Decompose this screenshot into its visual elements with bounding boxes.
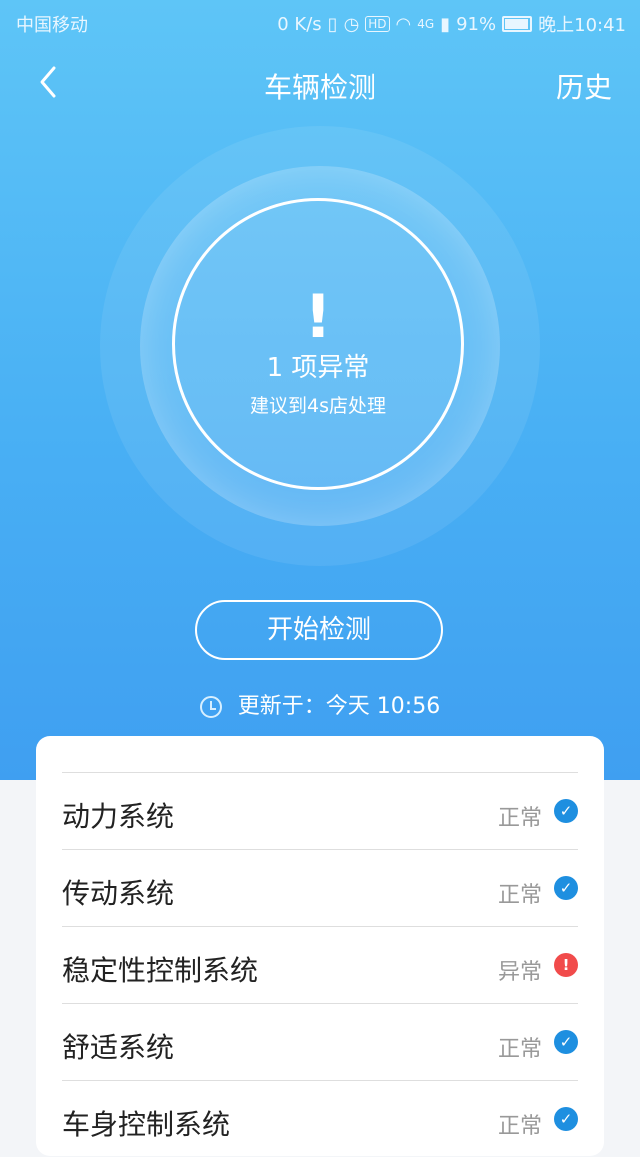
- advice-text: 建议到4s店处理: [250, 395, 386, 417]
- update-info: 更新于：今天 10:56: [0, 688, 640, 720]
- hd-icon: HD: [365, 16, 390, 32]
- system-status: 正常: [497, 1114, 542, 1139]
- wifi-icon: ◠: [395, 13, 412, 35]
- system-status: 异常: [497, 960, 542, 985]
- system-name: 动力系统: [62, 800, 175, 833]
- system-status: 正常: [497, 1037, 542, 1062]
- clock-icon: [199, 696, 222, 718]
- system-status: 正常: [497, 883, 542, 908]
- systems-card: 动力系统 正常 ✓ 传动系统 正常 ✓ 稳定性控制系统 异常 ! 舒适系统 正常…: [36, 736, 604, 1156]
- list-item[interactable]: 车身控制系统 正常 ✓: [62, 1080, 578, 1157]
- start-detection-button[interactable]: 开始检测: [195, 600, 443, 660]
- abnormal-count: 1 项异常: [266, 353, 370, 383]
- status-right: 0 K/s ▯ ◷ HD ◠ 4G ▮ 91% 晚上10:41: [277, 11, 626, 37]
- check-circle-icon: ✓: [554, 1030, 578, 1054]
- status-circle: ! 1 项异常 建议到4s店处理: [172, 198, 464, 490]
- system-name: 传动系统: [62, 877, 175, 910]
- list-item[interactable]: 稳定性控制系统 异常 !: [62, 926, 578, 1003]
- check-circle-icon: ✓: [554, 1107, 578, 1131]
- clock-time: 晚上10:41: [538, 15, 626, 36]
- carrier: 中国移动: [16, 15, 88, 36]
- system-name: 稳定性控制系统: [62, 954, 259, 987]
- systems-list: 动力系统 正常 ✓ 传动系统 正常 ✓ 稳定性控制系统 异常 ! 舒适系统 正常…: [62, 772, 578, 1157]
- status-bar: 中国移动 0 K/s ▯ ◷ HD ◠ 4G ▮ 91% 晚上10:41: [0, 0, 640, 44]
- alarm-icon: ◷: [343, 13, 360, 35]
- system-name: 车身控制系统: [62, 1108, 231, 1141]
- list-item[interactable]: 动力系统 正常 ✓: [62, 772, 578, 849]
- exclamation-icon: !: [304, 282, 332, 352]
- network-type: 4G: [417, 17, 435, 31]
- net-speed: 0 K/s: [277, 13, 322, 35]
- system-name: 舒适系统: [62, 1031, 175, 1064]
- nav-bar: 车辆检测 历史: [0, 52, 640, 116]
- list-item[interactable]: 传动系统 正常 ✓: [62, 849, 578, 926]
- battery-icon: [502, 16, 533, 32]
- list-item[interactable]: 舒适系统 正常 ✓: [62, 1003, 578, 1080]
- update-text: 更新于：今天 10:56: [237, 694, 441, 719]
- check-circle-icon: ✓: [554, 876, 578, 900]
- battery-percent: 91%: [456, 13, 497, 35]
- check-circle-icon: ✓: [554, 799, 578, 823]
- page-title: 车辆检测: [263, 71, 376, 104]
- system-status: 正常: [497, 806, 542, 831]
- alert-circle-icon: !: [554, 953, 578, 977]
- vibrate-icon: ▯: [327, 13, 338, 35]
- signal-icon: ▮: [440, 13, 451, 35]
- history-button[interactable]: 历史: [556, 66, 612, 106]
